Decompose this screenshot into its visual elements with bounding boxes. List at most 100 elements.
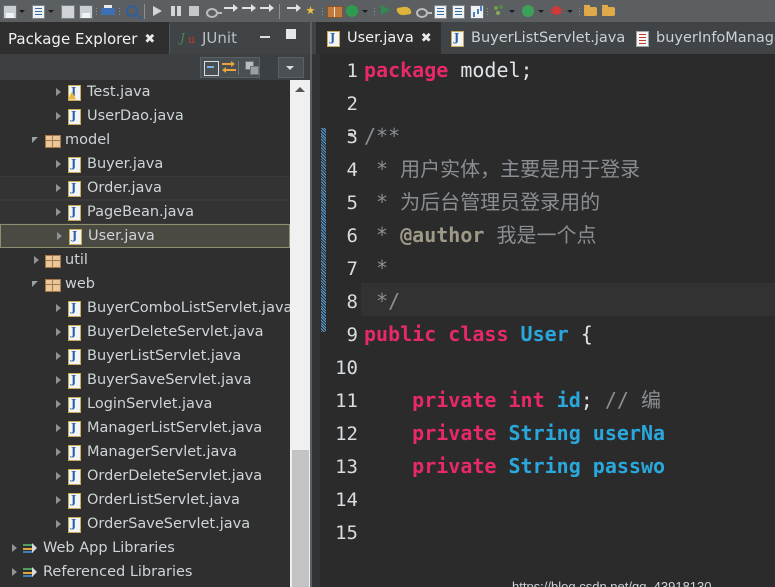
collapse-arrow-icon[interactable]	[52, 512, 66, 536]
dropdown-arrow-icon[interactable]	[537, 3, 546, 19]
tree-item-test-java[interactable]: Test.java	[0, 80, 290, 104]
link-with-editor-button[interactable]	[219, 58, 237, 77]
tree-item-web-app-libraries[interactable]: Web App Libraries	[0, 536, 290, 560]
dropdown-arrow-icon[interactable]	[508, 3, 517, 19]
tree-item-util[interactable]: util	[0, 248, 290, 272]
dropdown-arrow-icon[interactable]	[361, 3, 370, 19]
tomcat-icon[interactable]	[491, 3, 507, 19]
collapse-arrow-icon[interactable]	[52, 488, 66, 512]
code-line: */	[364, 291, 400, 311]
collapse-all-button[interactable]	[201, 58, 219, 77]
tree-vertical-scrollbar[interactable]	[290, 80, 310, 587]
tab-junit[interactable]: JUnit	[172, 22, 245, 54]
maximize-button[interactable]	[284, 27, 298, 41]
tree-item-orderlistservlet-java[interactable]: OrderListServlet.java	[0, 488, 290, 512]
dropdown-arrow-icon[interactable]	[566, 3, 575, 19]
step-into-icon[interactable]	[222, 3, 238, 19]
tree-item-managerlistservlet-java[interactable]: ManagerListServlet.java	[0, 416, 290, 440]
view-filters-button[interactable]	[241, 58, 260, 77]
save-as-icon[interactable]	[77, 3, 93, 19]
tree-item-model[interactable]: model	[0, 128, 290, 152]
editor-marker-bar[interactable]	[312, 54, 320, 587]
dropdown-arrow-icon[interactable]	[47, 3, 56, 19]
profile-icon[interactable]	[414, 3, 432, 19]
collapse-arrow-icon[interactable]	[52, 200, 66, 224]
search-icon[interactable]	[123, 3, 142, 20]
run-icon[interactable]	[344, 3, 360, 19]
tree-item-buyercombolistservlet-java[interactable]: BuyerComboListServlet.java	[0, 296, 290, 320]
next-annotation-icon[interactable]	[285, 3, 301, 19]
print-icon[interactable]	[100, 3, 116, 19]
tree-item-label: Referenced Libraries	[43, 564, 193, 580]
fold-collapse-icon[interactable]	[346, 130, 355, 139]
expand-arrow-icon[interactable]	[30, 272, 44, 296]
disconnect-icon[interactable]	[204, 3, 222, 19]
stop-server-icon[interactable]	[549, 3, 565, 19]
source-code-area[interactable]: package model; /** * 用户实体，主要是用于登录 * 为后台管理…	[364, 54, 775, 587]
show-view-icon[interactable]	[468, 3, 484, 19]
editor-tab-buyerlistservlet-java[interactable]: BuyerListServlet.java	[440, 22, 634, 54]
external-tools-icon[interactable]	[432, 3, 448, 19]
project-tree[interactable]: Test.java UserDao.java model Buyer.java Orde…	[0, 80, 290, 587]
resume-icon[interactable]	[150, 3, 166, 19]
tree-item-buyerdeleteservlet-java[interactable]: BuyerDeleteServlet.java	[0, 320, 290, 344]
suspend-icon[interactable]	[168, 3, 184, 19]
save-icon[interactable]	[1, 3, 17, 19]
tree-item-referenced-libraries[interactable]: Referenced Libraries	[0, 560, 290, 584]
run-as-icon[interactable]	[378, 3, 394, 19]
server-icon[interactable]	[396, 3, 412, 19]
open-type-icon[interactable]	[326, 3, 343, 19]
collapse-arrow-icon[interactable]	[52, 320, 66, 344]
editor-tab-user-java[interactable]: User.java ✖	[316, 22, 441, 54]
tree-item-buyerlistservlet-java[interactable]: BuyerListServlet.java	[0, 344, 290, 368]
new-wizard-icon[interactable]	[30, 3, 46, 19]
terminate-icon[interactable]	[186, 3, 202, 19]
editor-tab-buyerinfomanage[interactable]: buyerInfoManage	[625, 22, 775, 54]
tab-package-explorer[interactable]: Package Explorer ✖	[0, 22, 170, 54]
collapse-arrow-icon[interactable]	[52, 392, 66, 416]
collapse-arrow-icon[interactable]	[52, 416, 66, 440]
editor-body[interactable]: 1 2 3 4 5 6 7 8 9 10 11 12 13 14 15 package model;/** …	[312, 54, 775, 587]
collapse-arrow-icon[interactable]	[30, 248, 44, 272]
collapse-arrow-icon[interactable]	[53, 224, 67, 248]
tree-item-orderdeleteservlet-java[interactable]: OrderDeleteServlet.java	[0, 464, 290, 488]
close-icon[interactable]: ✖	[144, 33, 155, 46]
collapse-arrow-icon[interactable]	[52, 104, 66, 128]
view-menu-button[interactable]	[279, 58, 301, 77]
tree-item-label: util	[65, 252, 88, 268]
collapse-arrow-icon[interactable]	[52, 176, 66, 200]
open-folder-icon[interactable]	[583, 3, 599, 19]
tree-item-pagebean-java[interactable]: PageBean.java	[0, 200, 290, 224]
tree-item-buyersaveservlet-java[interactable]: BuyerSaveServlet.java	[0, 368, 290, 392]
collapse-arrow-icon[interactable]	[52, 464, 66, 488]
collapse-arrow-icon[interactable]	[52, 440, 66, 464]
new-java-class-icon[interactable]	[303, 3, 319, 19]
open-perspective-icon[interactable]	[450, 3, 466, 19]
collapse-arrow-icon[interactable]	[8, 560, 22, 584]
dropdown-arrow-icon[interactable]	[18, 3, 27, 19]
tree-item-loginservlet-java[interactable]: LoginServlet.java	[0, 392, 290, 416]
minimize-button[interactable]	[258, 28, 272, 42]
collapse-arrow-icon[interactable]	[52, 368, 66, 392]
collapse-arrow-icon[interactable]	[52, 80, 66, 104]
tree-item-managerservlet-java[interactable]: ManagerServlet.java	[0, 440, 290, 464]
tree-item-ordersaveservlet-java[interactable]: OrderSaveServlet.java	[0, 512, 290, 536]
collapse-arrow-icon[interactable]	[52, 296, 66, 320]
scroll-up-arrow-icon[interactable]	[290, 80, 310, 98]
open-folder-icon[interactable]	[601, 3, 617, 19]
start-server-icon[interactable]	[520, 3, 536, 19]
tree-item-buyer-java[interactable]: Buyer.java	[0, 152, 290, 176]
close-icon[interactable]: ✖	[421, 32, 432, 45]
tree-item-user-java[interactable]: User.java	[0, 224, 290, 248]
tree-item-order-java[interactable]: Order.java	[0, 176, 290, 200]
tree-item-web[interactable]: web	[0, 272, 290, 296]
scrollbar-thumb[interactable]	[292, 450, 309, 587]
collapse-arrow-icon[interactable]	[52, 152, 66, 176]
collapse-arrow-icon[interactable]	[8, 536, 22, 560]
step-over-icon[interactable]	[240, 3, 256, 19]
tree-item-userdao-java[interactable]: UserDao.java	[0, 104, 290, 128]
collapse-arrow-icon[interactable]	[52, 344, 66, 368]
save-all-icon[interactable]	[59, 3, 75, 19]
expand-arrow-icon[interactable]	[30, 128, 44, 152]
step-return-icon[interactable]	[258, 3, 274, 19]
